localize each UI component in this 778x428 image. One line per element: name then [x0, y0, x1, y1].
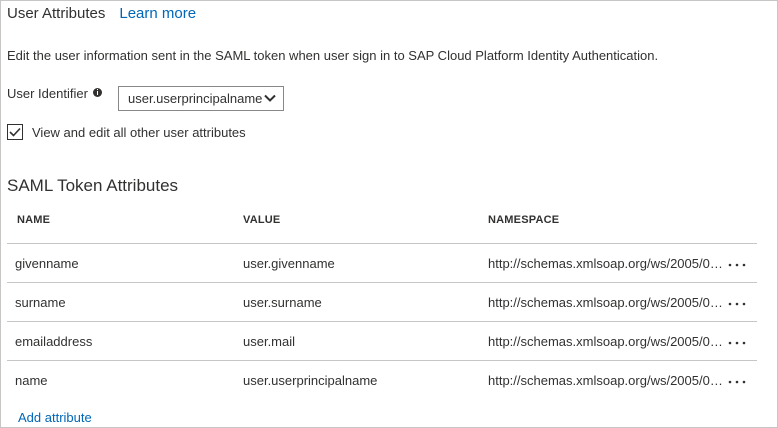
table-row[interactable]: surname user.surname http://schemas.xmls… — [7, 282, 757, 321]
user-identifier-row: User Identifier — [7, 86, 102, 101]
attribute-name: givenname — [15, 256, 79, 271]
more-options-icon[interactable] — [727, 374, 747, 386]
user-attributes-panel: User Attributes Learn more Edit the user… — [0, 0, 778, 428]
attribute-value: user.surname — [243, 295, 322, 310]
attribute-namespace: http://schemas.xmlsoap.org/ws/2005/05/id… — [488, 256, 724, 271]
saml-section-title: SAML Token Attributes — [7, 176, 179, 195]
attribute-namespace: http://schemas.xmlsoap.org/ws/2005/05/id… — [488, 373, 724, 388]
checkmark-icon — [9, 127, 21, 137]
more-options-icon[interactable] — [727, 296, 747, 308]
table-row[interactable]: name user.userprincipalname http://schem… — [7, 360, 757, 399]
user-identifier-value: user.userprincipalname — [128, 91, 263, 106]
table-row[interactable]: emailaddress user.mail http://schemas.xm… — [7, 321, 757, 360]
attribute-value: user.mail — [243, 334, 296, 349]
view-edit-row: View and edit all other user attributes — [7, 124, 246, 140]
user-identifier-dropdown[interactable]: user.userprincipalname — [118, 86, 284, 111]
panel-title: User Attributes — [7, 5, 106, 22]
attribute-namespace: http://schemas.xmlsoap.org/ws/2005/05/id… — [488, 334, 724, 349]
column-header-value[interactable]: VALUE — [243, 214, 280, 226]
user-identifier-label: User Identifier — [7, 86, 88, 101]
column-header-namespace[interactable]: NAMESPACE — [488, 214, 559, 226]
view-edit-label: View and edit all other user attributes — [32, 124, 246, 140]
chevron-down-icon — [264, 94, 276, 102]
attribute-name: name — [15, 373, 48, 388]
view-edit-checkbox[interactable] — [7, 124, 23, 140]
attribute-name: surname — [15, 295, 66, 310]
attribute-value: user.userprincipalname — [243, 373, 378, 388]
column-header-name[interactable]: NAME — [17, 214, 50, 226]
attribute-name: emailaddress — [15, 334, 93, 349]
table-row[interactable]: givenname user.givenname http://schemas.… — [7, 243, 757, 282]
attribute-namespace: http://schemas.xmlsoap.org/ws/2005/05/id… — [488, 295, 724, 310]
more-options-icon[interactable] — [727, 335, 747, 347]
info-icon[interactable] — [92, 88, 102, 97]
attribute-value: user.givenname — [243, 256, 335, 271]
learn-more-link[interactable]: Learn more — [119, 5, 196, 22]
saml-attributes-table: givenname user.givenname http://schemas.… — [7, 243, 757, 399]
panel-header: User Attributes Learn more — [7, 5, 196, 22]
more-options-icon[interactable] — [727, 257, 747, 269]
add-attribute-link[interactable]: Add attribute — [18, 410, 92, 425]
panel-description: Edit the user information sent in the SA… — [7, 48, 659, 63]
